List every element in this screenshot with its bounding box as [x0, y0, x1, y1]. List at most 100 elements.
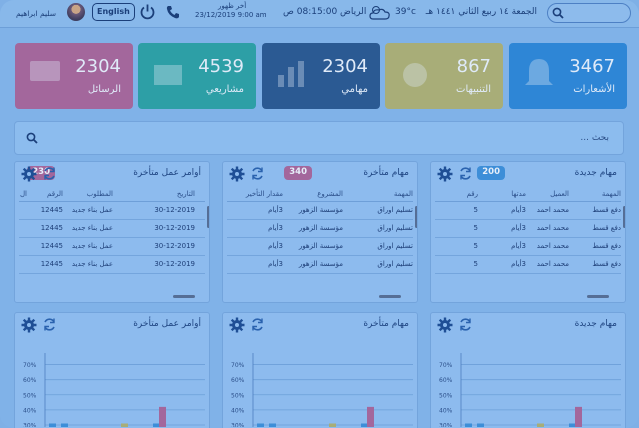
data-table: ال الرقم المطلوب التاريخ 12445 عمل بناء جديد 3… — [19, 188, 205, 274]
refresh-icon[interactable] — [250, 317, 265, 332]
table-header-row: ال الرقم المطلوب التاريخ — [19, 188, 205, 202]
settings-gear-icon[interactable] — [229, 317, 245, 333]
chart-bar[interactable] — [361, 423, 368, 427]
stat-label: التنبيهات — [456, 84, 491, 95]
refresh-icon[interactable] — [458, 166, 473, 181]
chart-bar[interactable] — [477, 423, 484, 427]
refresh-icon[interactable] — [250, 166, 265, 181]
vertical-scrollbar[interactable] — [623, 206, 625, 228]
chart-bar[interactable] — [367, 406, 374, 427]
table-cell: 12445 — [40, 206, 63, 214]
table-cell: مؤسسة الزهور — [298, 260, 343, 268]
settings-gear-icon[interactable] — [229, 166, 245, 182]
chart-bar[interactable] — [537, 423, 544, 427]
table-cell: دفع قسط — [592, 206, 621, 214]
chart-bar[interactable] — [121, 423, 128, 427]
chart-bar[interactable] — [465, 423, 472, 427]
column-header[interactable]: العميل — [550, 190, 569, 198]
column-header[interactable]: المهمة — [394, 190, 413, 198]
table-header-row: المهمة المشروع مقدار التأخير — [227, 188, 413, 202]
table-row[interactable]: تسليم اوراق مؤسسة الزهور 3أيام — [227, 220, 413, 238]
table-cell: 3أيام — [268, 224, 283, 232]
chart-panel-late-work-orders: أوامر عمل متأخرة 70% 60% 50% 40% 30% — [14, 312, 210, 428]
table-cell: دفع قسط — [592, 260, 621, 268]
table-row[interactable]: دفع قسط محمد احمد 3أيام 5 — [435, 238, 621, 256]
refresh-icon[interactable] — [42, 317, 57, 332]
table-row[interactable]: 12445 عمل بناء جديد 30-12-2019 — [19, 202, 205, 220]
table-cell: مؤسسة الزهور — [298, 242, 343, 250]
column-header[interactable]: المهمة — [602, 190, 621, 198]
table-cell: 30-12-2019 — [154, 206, 195, 214]
phone-icon[interactable] — [165, 4, 181, 20]
horizontal-scrollbar[interactable] — [173, 295, 195, 298]
column-header[interactable]: مقدار التأخير — [246, 190, 283, 198]
table-row[interactable]: 12445 عمل بناء جديد 30-12-2019 — [19, 256, 205, 274]
settings-gear-icon[interactable] — [437, 166, 453, 182]
column-header[interactable]: المطلوب — [87, 190, 113, 198]
table-row[interactable]: 12445 عمل بناء جديد 30-12-2019 — [19, 238, 205, 256]
refresh-icon[interactable] — [42, 166, 57, 181]
panel-late-tasks: مهام متأخرة 340 المهمة المشروع مقدار التأخير… — [222, 161, 418, 303]
vertical-scrollbar[interactable] — [207, 206, 209, 228]
user-name[interactable]: سليم ابراهيم — [16, 9, 56, 18]
settings-gear-icon[interactable] — [21, 317, 37, 333]
language-button[interactable]: English — [92, 3, 135, 21]
column-header[interactable]: المشروع — [317, 190, 343, 198]
stat-card-alerts[interactable]: 867 التنبيهات — [385, 43, 503, 109]
user-avatar[interactable] — [67, 3, 85, 21]
table-cell: دفع قسط — [592, 224, 621, 232]
column-header[interactable]: رقم — [467, 190, 478, 198]
main-search-input[interactable]: بحث ... — [14, 121, 624, 155]
stat-card-my-tasks[interactable]: 2304 مهامي — [262, 43, 380, 109]
chart-bar[interactable] — [159, 406, 166, 427]
search-icon[interactable] — [26, 132, 38, 144]
chart-bar[interactable] — [269, 423, 276, 427]
table-cell: 3أيام — [511, 260, 526, 268]
table-cell: دفع قسط — [592, 242, 621, 250]
column-header[interactable]: مدتها — [511, 190, 526, 198]
stat-label: مهامي — [341, 84, 368, 95]
table-row[interactable]: تسليم اوراق مؤسسة الزهور 3أيام — [227, 202, 413, 220]
settings-gear-icon[interactable] — [21, 166, 37, 182]
settings-gear-icon[interactable] — [437, 317, 453, 333]
stat-card-messages[interactable]: 2304 الرسائل — [15, 43, 133, 109]
chart-bar[interactable] — [153, 423, 160, 427]
table-row[interactable]: دفع قسط محمد احمد 3أيام 5 — [435, 256, 621, 274]
vertical-scrollbar[interactable] — [415, 206, 417, 228]
table-cell: تسليم اوراق — [377, 224, 413, 232]
column-header[interactable]: التاريخ — [177, 190, 195, 198]
table-row[interactable]: تسليم اوراق مؤسسة الزهور 3أيام — [227, 238, 413, 256]
panel-late-work-orders: أوامر عمل متأخرة 230 ال الرقم المطلوب التاريخ… — [14, 161, 210, 303]
refresh-icon[interactable] — [458, 317, 473, 332]
stat-card-notifications[interactable]: 3467 الأشعارات — [509, 43, 627, 109]
y-tick-label: 60% — [439, 377, 453, 384]
search-placeholder: بحث ... — [580, 133, 609, 143]
panel-title: مهام جديدة — [574, 168, 617, 178]
chart-bar[interactable] — [569, 423, 576, 427]
table-cell: 5 — [473, 242, 478, 250]
weather-cloud-icon — [369, 6, 390, 20]
chart-bar[interactable] — [575, 406, 582, 427]
chart-bar[interactable] — [49, 423, 56, 427]
chart-panel-late-tasks: مهام متأخرة 70% 60% 50% 40% 30% — [222, 312, 418, 428]
table-cell: محمد احمد — [536, 206, 569, 214]
table-cell: 3أيام — [511, 242, 526, 250]
chart-bar[interactable] — [329, 423, 336, 427]
column-header[interactable]: الرقم — [47, 190, 63, 198]
chart-bar[interactable] — [61, 423, 68, 427]
chart-bar[interactable] — [257, 423, 264, 427]
alarm-icon — [403, 63, 427, 87]
horizontal-scrollbar[interactable] — [379, 295, 401, 298]
table-row[interactable]: تسليم اوراق مؤسسة الزهور 3أيام — [227, 256, 413, 274]
stat-card-my-projects[interactable]: 4539 مشاريعي — [138, 43, 256, 109]
table-row[interactable]: 12445 عمل بناء جديد 30-12-2019 — [19, 220, 205, 238]
y-tick-label: 60% — [231, 377, 245, 384]
power-icon[interactable] — [139, 3, 156, 20]
table-cell: عمل بناء جديد — [71, 242, 113, 250]
horizontal-scrollbar[interactable] — [587, 295, 609, 298]
table-row[interactable]: دفع قسط محمد احمد 3أيام 5 — [435, 202, 621, 220]
column-header[interactable]: ال — [20, 190, 27, 198]
table-row[interactable]: دفع قسط محمد احمد 3أيام 5 — [435, 220, 621, 238]
bell-icon — [525, 59, 553, 85]
topbar-search-input[interactable] — [547, 3, 631, 23]
